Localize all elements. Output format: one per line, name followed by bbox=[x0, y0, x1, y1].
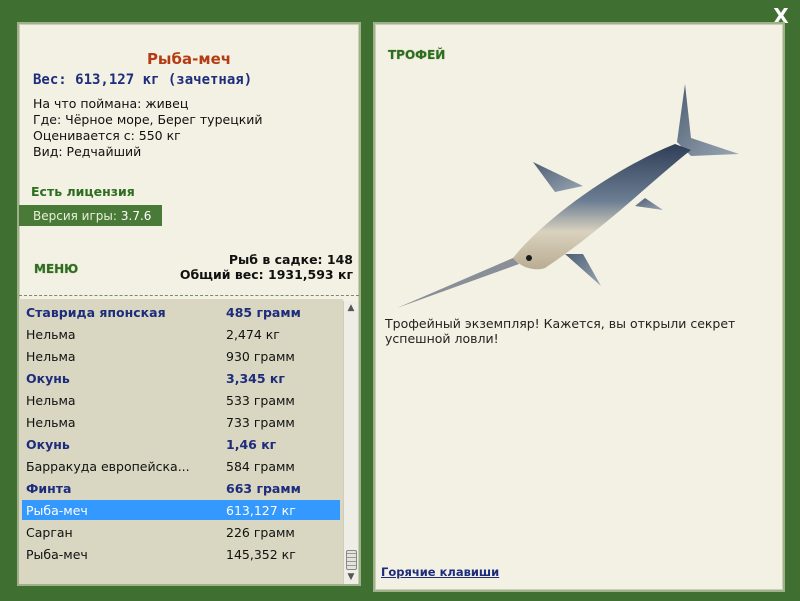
fish-name: Сарган bbox=[26, 525, 73, 540]
fish-weight-value: 733 грамм bbox=[226, 415, 295, 430]
list-item[interactable]: Нельма 533 грамм bbox=[22, 390, 340, 410]
fish-title: Рыба-меч bbox=[146, 50, 232, 68]
fish-count: Рыб в садке: 148 bbox=[228, 252, 353, 267]
fish-weight-value: 613,127 кг bbox=[226, 503, 296, 518]
hotkeys-link[interactable]: Горячие клавиши bbox=[381, 565, 499, 579]
list-item[interactable]: Рыба-меч 145,352 кг bbox=[22, 544, 340, 564]
fish-weight: Вес: 613,127 кг (зачетная) bbox=[33, 72, 253, 88]
version-value: 3.7.6 bbox=[120, 208, 152, 223]
fish-weight-value: 1,46 кг bbox=[226, 437, 277, 452]
fish-name: Ставрида японская bbox=[26, 305, 166, 320]
fish-name: Окунь bbox=[26, 371, 70, 386]
scroll-down-icon[interactable]: ▼ bbox=[344, 570, 358, 584]
fish-name: Нельма bbox=[26, 393, 76, 408]
menu-button[interactable]: МЕНЮ bbox=[34, 262, 78, 276]
fish-weight-value: 930 грамм bbox=[226, 349, 295, 364]
divider bbox=[19, 295, 359, 296]
list-item[interactable]: Финта 663 грамм bbox=[22, 478, 340, 498]
fish-name: Финта bbox=[26, 481, 72, 496]
fish-name: Окунь bbox=[26, 437, 70, 452]
fish-weight-value: 226 грамм bbox=[226, 525, 295, 540]
valued-from: Оценивается с: 550 кг bbox=[33, 128, 181, 143]
fish-weight-value: 533 грамм bbox=[226, 393, 295, 408]
license-status: Есть лицензия bbox=[31, 184, 135, 199]
list-item[interactable]: Барракуда европейска... 584 грамм bbox=[22, 456, 340, 476]
fish-weight-value: 3,345 кг bbox=[226, 371, 285, 386]
fish-kind: Вид: Редчайший bbox=[33, 144, 142, 159]
fish-name: Рыба-меч bbox=[26, 547, 88, 562]
trophy-panel: ТРОФЕЙ Трофейный экземпляр! Кажется, вы … bbox=[373, 22, 785, 592]
total-weight: Общий вес: 1931,593 кг bbox=[179, 267, 353, 282]
caught-on: На что поймана: живец bbox=[33, 96, 189, 111]
list-item[interactable]: Нельма 733 грамм bbox=[22, 412, 340, 432]
list-item[interactable]: Рыба-меч 613,127 кг bbox=[22, 500, 340, 520]
fish-name: Барракуда европейска... bbox=[26, 459, 190, 474]
list-item[interactable]: Нельма 930 грамм bbox=[22, 346, 340, 366]
version-label: Версия игры: bbox=[33, 208, 117, 223]
fish-weight-value: 145,352 кг bbox=[226, 547, 296, 562]
fish-name: Рыба-меч bbox=[26, 503, 88, 518]
swordfish-image bbox=[397, 84, 739, 308]
version-bar: Версия игры: 3.7.6 bbox=[19, 205, 162, 226]
trophy-description: Трофейный экземпляр! Кажется, вы открыли… bbox=[385, 316, 736, 346]
fish-list[interactable]: Ставрида японская 485 грамм Нельма 2,474 кг… bbox=[19, 299, 343, 584]
list-scrollbar[interactable]: ▲ ▼ bbox=[343, 301, 358, 584]
list-item[interactable]: Окунь 1,46 кг bbox=[22, 434, 340, 454]
list-item[interactable]: Сарган 226 грамм bbox=[22, 522, 340, 542]
fish-name: Нельма bbox=[26, 327, 76, 342]
fish-weight-value: 663 грамм bbox=[226, 481, 301, 496]
fish-weight-value: 485 грамм bbox=[226, 305, 301, 320]
scroll-up-icon[interactable]: ▲ bbox=[344, 301, 358, 315]
location: Где: Чёрное море, Берег турецкий bbox=[33, 112, 263, 127]
fish-info-panel: Рыба-меч Вес: 613,127 кг (зачетная) На ч… bbox=[17, 22, 361, 586]
fish-name: Нельма bbox=[26, 415, 76, 430]
scroll-thumb[interactable] bbox=[346, 550, 357, 570]
fish-weight-value: 2,474 кг bbox=[226, 327, 280, 342]
fish-name: Нельма bbox=[26, 349, 76, 364]
list-item[interactable]: Ставрида японская 485 грамм bbox=[22, 302, 340, 322]
fish-weight-value: 584 грамм bbox=[226, 459, 295, 474]
keepnet-stats: Рыб в садке: 148 Общий вес: 1931,593 кг bbox=[180, 252, 353, 282]
list-item[interactable]: Окунь 3,345 кг bbox=[22, 368, 340, 388]
list-item[interactable]: Нельма 2,474 кг bbox=[22, 324, 340, 344]
